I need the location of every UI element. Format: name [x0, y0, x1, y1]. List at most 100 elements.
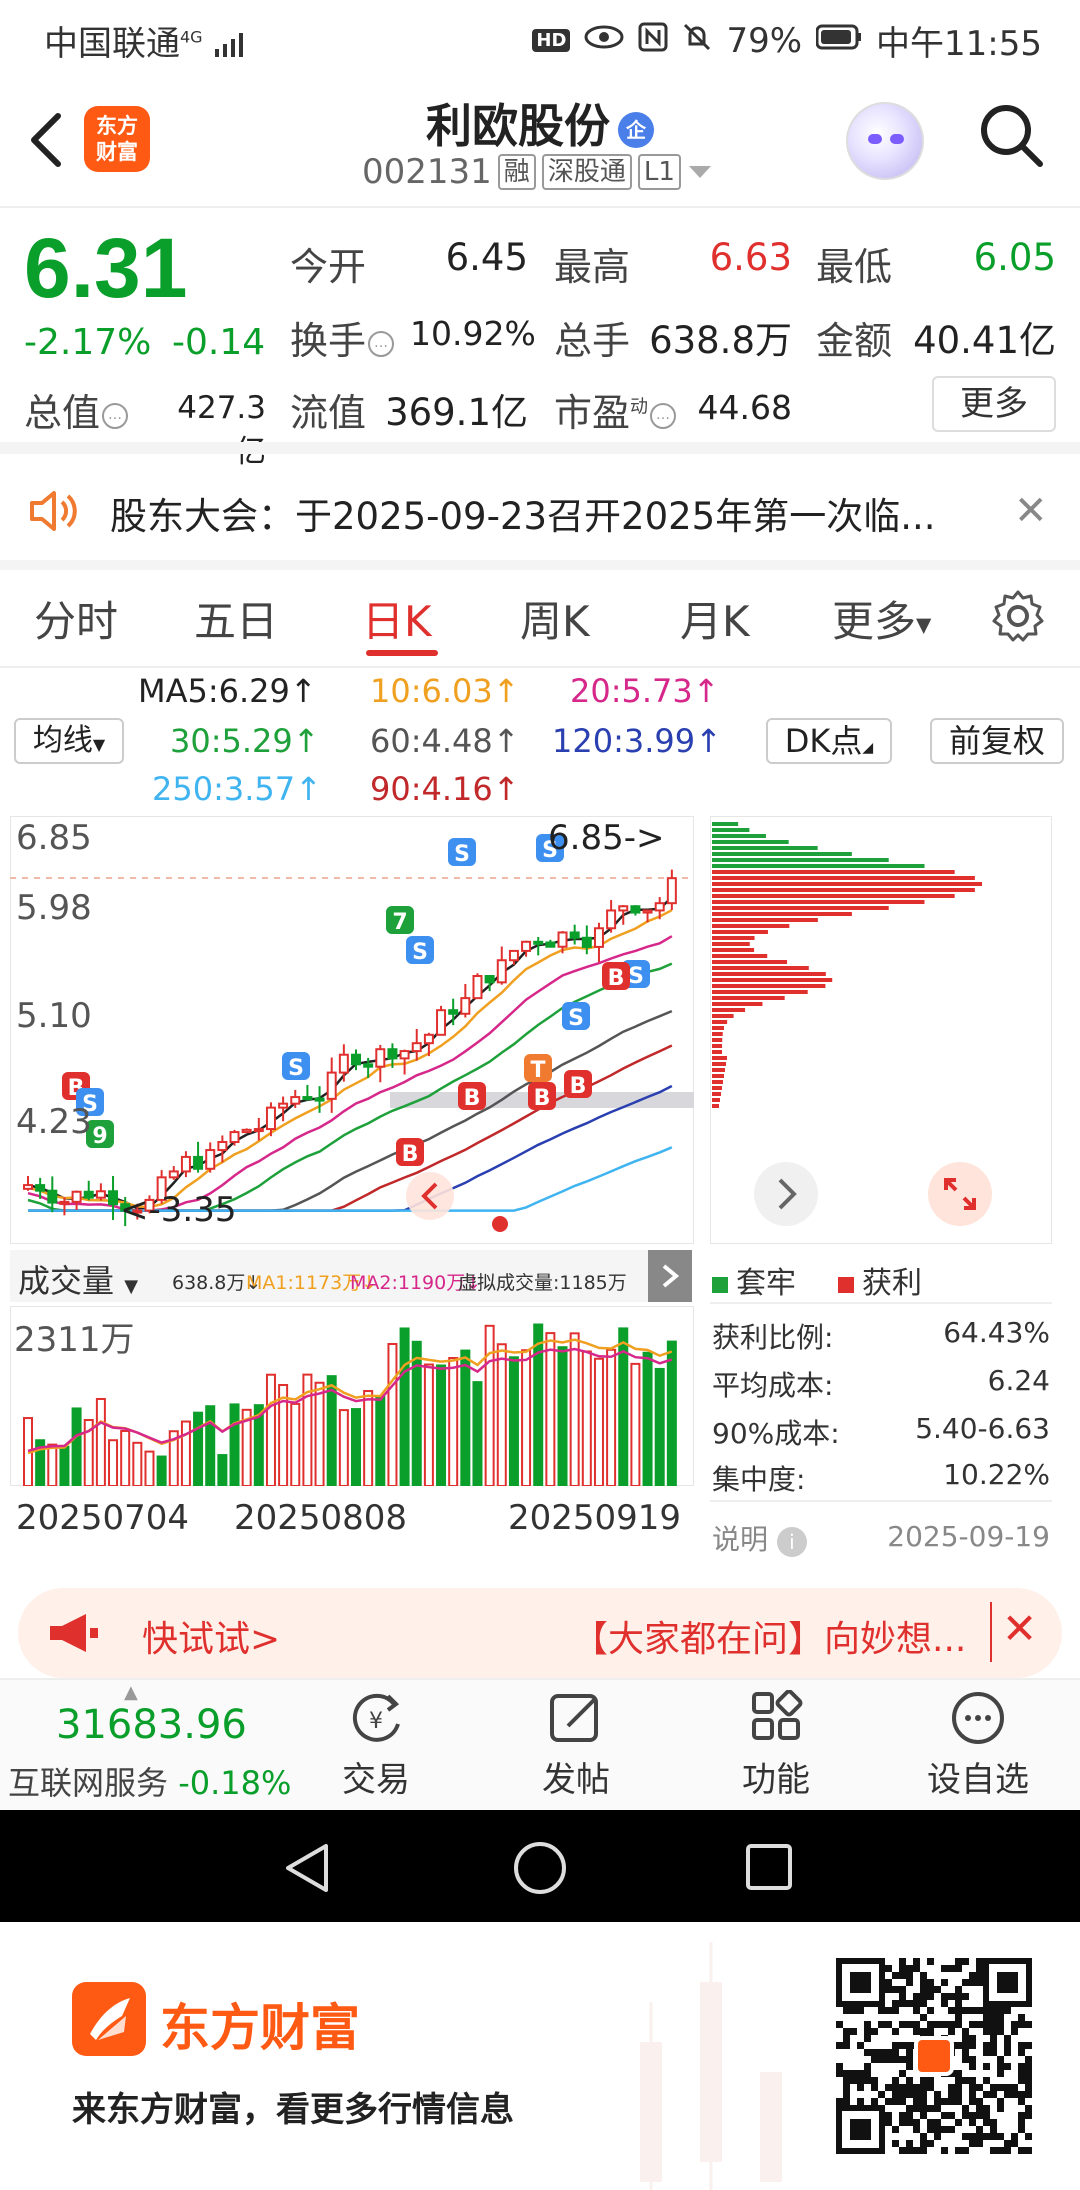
adjust-button[interactable]: 前复权: [930, 718, 1064, 764]
index-name-row[interactable]: 互联网服务 -0.18%: [8, 1758, 291, 1804]
signal-marker-label: S: [628, 964, 644, 989]
chip-note[interactable]: 说明 i: [712, 1518, 807, 1558]
qr-module: [976, 2098, 983, 2105]
qr-module: [962, 2049, 969, 2056]
nav-back-icon[interactable]: [282, 1842, 332, 1894]
search-icon[interactable]: [978, 102, 1044, 168]
chip-bar: [712, 936, 755, 940]
carrier-text: 中国联通4G: [44, 16, 249, 65]
pe-label-wrap: 市盈动…: [554, 382, 677, 437]
dk-point-button[interactable]: DK点◢: [766, 718, 892, 764]
low-value: 6.05: [973, 236, 1056, 279]
candle: [533, 940, 544, 945]
tab-weekly-k[interactable]: 周K: [520, 588, 590, 649]
divider: [710, 1302, 1052, 1304]
robot-assistant-avatar[interactable]: [846, 102, 924, 180]
chip-bar: [712, 1020, 728, 1024]
qr-module: [997, 2014, 1004, 2021]
qr-module: [969, 2056, 976, 2063]
volume-bar: [156, 1455, 167, 1486]
candle: [314, 1097, 325, 1102]
qr-module: [1004, 2084, 1011, 2091]
volume-bar: [338, 1409, 349, 1486]
features-button[interactable]: 功能: [706, 1690, 846, 1801]
candle: [326, 1071, 337, 1100]
tab-more[interactable]: 更多▼: [832, 588, 931, 649]
qr-module: [1025, 2077, 1032, 2084]
qr-module: [906, 1965, 913, 1972]
qr-module: [1018, 2098, 1025, 2105]
qr-module: [892, 1986, 899, 1993]
chip-next-button[interactable]: [754, 1162, 818, 1226]
volume-bar: [472, 1381, 483, 1486]
qr-module: [850, 2007, 857, 2014]
tab-five-day[interactable]: 五日: [194, 588, 278, 649]
stock-code: 002131: [362, 152, 492, 192]
battery-icon: [815, 23, 862, 58]
qr-module: [913, 2119, 920, 2126]
qr-module: [955, 1993, 962, 2000]
stock-code-row: 002131 融 深股通 L1: [362, 152, 713, 192]
expand-button[interactable]: [928, 1162, 992, 1226]
ma-selector[interactable]: 均线▼: [14, 718, 124, 764]
qr-module: [1018, 2021, 1025, 2028]
faq-link[interactable]: 【大家都在问】向妙想...: [572, 1610, 992, 1662]
scroll-left-button[interactable]: [406, 1172, 454, 1220]
chip-bar: [712, 1026, 725, 1030]
close-icon[interactable]: ✕: [1014, 488, 1048, 534]
chip-distribution-chart[interactable]: [710, 816, 1052, 1244]
qr-module: [969, 2035, 976, 2042]
try-it-link[interactable]: 快试试>: [142, 1610, 280, 1662]
tab-monthly-k[interactable]: 月K: [680, 588, 750, 649]
qr-module: [990, 2021, 997, 2028]
info-icon[interactable]: …: [368, 330, 395, 357]
info-icon[interactable]: …: [650, 402, 677, 429]
qr-module: [927, 2119, 934, 2126]
tab-daily-k[interactable]: 日K: [362, 588, 432, 649]
info-icon[interactable]: …: [102, 402, 129, 429]
qr-module: [913, 2028, 920, 2035]
qr-module: [962, 2133, 969, 2140]
add-watchlist-button[interactable]: 设自选: [908, 1690, 1048, 1801]
trade-button[interactable]: ¥ 交易: [306, 1690, 446, 1801]
qr-module: [892, 2007, 899, 2014]
chip-bar: [712, 948, 755, 952]
volume-bar: [387, 1342, 398, 1486]
qr-module: [990, 2028, 997, 2035]
qr-module: [941, 2112, 948, 2119]
turnover-label-wrap: 换手…: [290, 310, 395, 365]
qr-module: [906, 2119, 913, 2126]
event-dot[interactable]: [492, 1216, 508, 1232]
qr-module: [948, 1965, 955, 1972]
signal-marker-label: S: [288, 1056, 304, 1081]
candle: [387, 1048, 398, 1060]
volume-bar: [557, 1346, 568, 1486]
qr-module: [899, 2021, 906, 2028]
chevron-down-icon[interactable]: [687, 162, 713, 182]
tab-intraday[interactable]: 分时: [34, 588, 118, 649]
qr-module: [955, 2007, 962, 2014]
qr-module: [997, 2007, 1004, 2014]
volume-selector[interactable]: 成交量 ▼: [18, 1256, 138, 1302]
qr-module: [878, 2021, 885, 2028]
gear-icon[interactable]: [990, 588, 1046, 644]
qr-module: [934, 2098, 941, 2105]
close-icon[interactable]: ✕: [1002, 1604, 1037, 1653]
post-button[interactable]: 发帖: [506, 1690, 646, 1801]
more-button[interactable]: 更多: [932, 376, 1056, 432]
qr-module: [857, 2084, 864, 2091]
volume-panel-toggle[interactable]: [648, 1250, 692, 1302]
enterprise-badge: 企: [618, 111, 654, 148]
nav-recents-icon[interactable]: [744, 1842, 794, 1892]
nav-home-icon[interactable]: [512, 1840, 568, 1896]
qr-module: [969, 1979, 976, 1986]
qr-module: [843, 2035, 850, 2042]
promo-banner[interactable]: 快试试> 【大家都在问】向妙想... ✕: [18, 1588, 1062, 1678]
chip-note-label: 说明: [712, 1523, 769, 1556]
notice-bar[interactable]: 股东大会：于2025-09-23召开2025年第一次临... ✕: [0, 466, 1080, 556]
qr-module: [892, 2000, 899, 2007]
notice-text[interactable]: 股东大会：于2025-09-23召开2025年第一次临...: [110, 486, 935, 540]
qr-module: [983, 2042, 990, 2049]
index-value[interactable]: 31683.96: [56, 1702, 247, 1748]
kline-chart[interactable]: BSSS SSSB B BBTSB97: [10, 816, 694, 1244]
